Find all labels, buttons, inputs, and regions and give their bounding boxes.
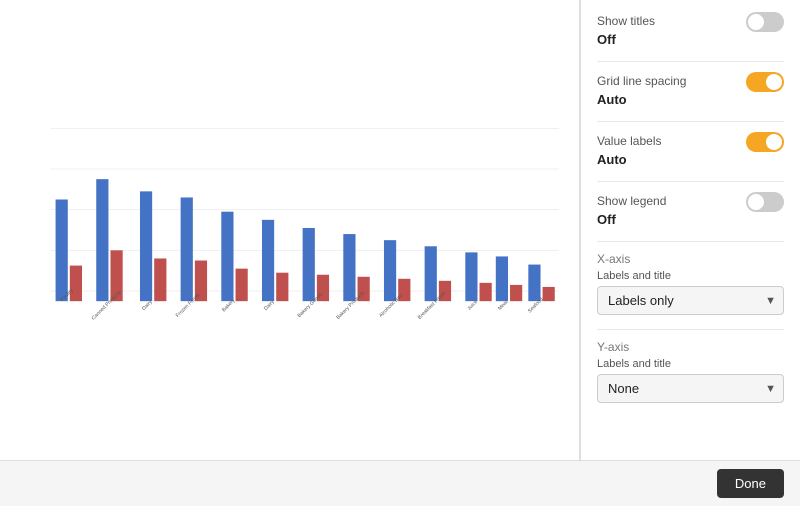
show-titles-toggle[interactable] (746, 12, 784, 32)
y-axis-section: Y-axis Labels and title None Labels only… (597, 340, 784, 403)
value-labels-label: Value labels (597, 134, 662, 148)
right-panel: Show titles Off Grid line spacing Auto V… (580, 0, 800, 460)
divider-3 (597, 181, 784, 182)
divider-2 (597, 121, 784, 122)
bar-chart: Poultry Canned Products Dairy Frozen Foo… (20, 20, 569, 440)
x-axis-label: X-axis (597, 252, 784, 266)
divider-4 (597, 241, 784, 242)
x-axis-sub-label: Labels and title (597, 270, 784, 282)
y-axis-dropdown[interactable]: None Labels only Labels and title (597, 374, 784, 403)
chart-container: Poultry Canned Products Dairy Frozen Foo… (20, 20, 569, 440)
show-titles-knob (748, 14, 764, 30)
value-labels-row: Value labels Auto (597, 132, 784, 167)
grid-line-spacing-row: Grid line spacing Auto (597, 72, 784, 107)
grid-line-value: Auto (597, 92, 784, 107)
grid-line-toggle[interactable] (746, 72, 784, 92)
show-titles-row: Show titles Off (597, 12, 784, 47)
value-labels-value: Auto (597, 152, 784, 167)
show-titles-label: Show titles (597, 14, 655, 28)
y-axis-label: Y-axis (597, 340, 784, 354)
chart-area: Poultry Canned Products Dairy Frozen Foo… (0, 0, 580, 460)
grid-line-label: Grid line spacing (597, 74, 686, 88)
show-legend-value: Off (597, 212, 784, 227)
show-legend-row: Show legend Off (597, 192, 784, 227)
y-axis-dropdown-wrapper: None Labels only Labels and title ▼ (597, 374, 784, 403)
done-button[interactable]: Done (717, 469, 784, 498)
x-axis-dropdown-wrapper: Labels only Labels and title None ▼ (597, 286, 784, 315)
divider-1 (597, 61, 784, 62)
show-legend-label: Show legend (597, 194, 666, 208)
x-axis-section: X-axis Labels and title Labels only Labe… (597, 252, 784, 315)
y-axis-sub-label: Labels and title (597, 358, 784, 370)
show-legend-knob (748, 194, 764, 210)
footer: Done (0, 460, 800, 506)
value-labels-knob (766, 134, 782, 150)
value-labels-toggle[interactable] (746, 132, 784, 152)
show-titles-value: Off (597, 32, 784, 47)
show-legend-toggle[interactable] (746, 192, 784, 212)
x-axis-dropdown[interactable]: Labels only Labels and title None (597, 286, 784, 315)
grid-line-knob (766, 74, 782, 90)
divider-5 (597, 329, 784, 330)
